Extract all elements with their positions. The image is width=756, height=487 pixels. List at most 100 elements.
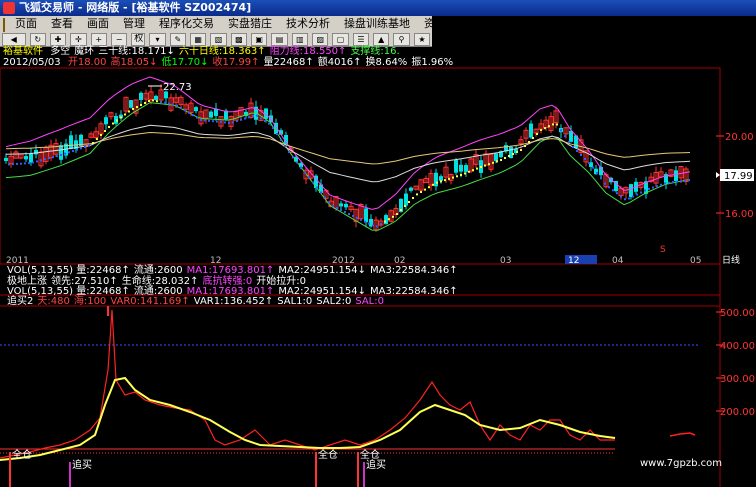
guide-dot: [640, 191, 642, 194]
guide-dot: [192, 114, 194, 117]
guide-dot: [92, 142, 94, 144]
guide-dot: [308, 176, 310, 179]
guide-dot: [64, 152, 66, 155]
guide-dot: [28, 162, 30, 165]
guide-dot: [544, 127, 546, 130]
guide-dot: [260, 117, 262, 120]
signal-label-1: 追买: [72, 458, 92, 471]
high-annotation: 22.73: [163, 82, 192, 93]
candle-body: [434, 172, 438, 187]
guide-dot: [216, 120, 218, 123]
guide-dot: [296, 161, 298, 164]
guide-dot: [412, 197, 414, 199]
vol1-value-2: MA1:17693.801↑: [186, 265, 275, 276]
candle-body: [29, 153, 33, 163]
guide-dot: [248, 116, 250, 119]
price-tag: 17.99: [724, 171, 753, 182]
candle-body: [129, 100, 133, 108]
guide-dot: [160, 101, 162, 103]
candle-body: [459, 164, 463, 172]
guide-dot: [200, 119, 202, 121]
guide-dot: [476, 167, 478, 170]
guide-dot: [156, 100, 158, 103]
guide-dot: [240, 118, 242, 121]
guide-dot: [496, 160, 498, 163]
candle-body: [464, 165, 468, 172]
guide-dot: [132, 108, 134, 110]
zm-value-1: 天:480: [37, 296, 70, 307]
signal-label-4: 追买: [366, 458, 386, 471]
guide-dot: [596, 172, 598, 174]
guide-dot: [352, 214, 354, 217]
var1-line: [0, 376, 616, 461]
guide-dot: [148, 100, 150, 102]
guide-dot: [492, 161, 494, 164]
guide-dot: [680, 180, 682, 183]
guide-dot: [448, 177, 450, 180]
guide-dot: [404, 205, 406, 207]
candle-body: [454, 160, 458, 173]
guide-dot: [396, 213, 398, 215]
candle-body: [24, 156, 28, 160]
chart-area[interactable]: 20.0016.0017.9922.732011 12 2012 02 03 04 0512…: [0, 0, 756, 487]
guide-dot: [188, 111, 190, 114]
zm-value-3: VAR0:141.169↑: [110, 296, 190, 307]
guide-dot: [576, 150, 578, 152]
guide-dot: [360, 218, 362, 221]
vol1-value-3: MA2:24951.154↓: [278, 265, 366, 276]
guide-dot: [388, 218, 390, 221]
guide-dot: [300, 166, 302, 169]
guide-dot: [144, 102, 146, 104]
guide-dot: [340, 209, 342, 211]
candle-body: [59, 145, 63, 160]
guide-dot: [516, 151, 518, 153]
guide-dot: [236, 120, 238, 123]
guide-dot: [664, 182, 666, 185]
guide-dot: [268, 122, 270, 125]
guide-dot: [520, 149, 522, 151]
candle-body: [4, 157, 8, 162]
guide-dot: [440, 180, 442, 183]
zhuimai-legend: 追买2 天:480 海:100 VAR0:141.169↑ VAR1:136.452↑ S…: [3, 296, 384, 307]
guide-dot: [212, 120, 214, 123]
guide-dot: [672, 181, 674, 184]
signal-label-2: 全仓: [318, 448, 338, 461]
guide-dot: [232, 121, 234, 124]
lower-axis-label-1: 400.00: [720, 341, 755, 352]
guide-dot: [416, 193, 418, 196]
guide-dot: [408, 201, 410, 203]
guide-dot: [196, 116, 198, 119]
candle-body: [629, 184, 633, 198]
guide-dot: [136, 106, 138, 108]
guide-dot: [68, 151, 70, 154]
guide-dot: [572, 146, 574, 148]
guide-dot: [120, 116, 122, 119]
guide-dot: [292, 156, 294, 159]
guide-dot: [580, 154, 582, 156]
guide-dot: [280, 139, 282, 141]
guide-dot: [96, 138, 98, 140]
guide-dot: [272, 127, 274, 129]
x-label-5: 04: [612, 256, 624, 266]
candle-body: [569, 130, 573, 142]
guide-dot: [548, 125, 550, 128]
guide-dot: [612, 189, 614, 192]
candle-body: [104, 117, 108, 125]
guide-dot: [88, 144, 90, 147]
guide-dot: [348, 213, 350, 215]
guide-dot: [428, 186, 430, 189]
guide-dot: [556, 123, 558, 126]
guide-dot: [392, 215, 394, 218]
guide-dot: [568, 141, 570, 144]
guide-dot: [332, 205, 334, 207]
var0-tail: [669, 432, 696, 437]
guide-dot: [32, 161, 34, 164]
guide-dot: [528, 141, 530, 143]
guide-dot: [116, 119, 118, 122]
guide-dot: [112, 122, 114, 125]
signal-marker: S: [660, 245, 666, 255]
vol1-value-4: MA3:22584.346↑: [369, 265, 458, 276]
guide-dot: [648, 187, 650, 190]
x-label-6: 05: [690, 256, 701, 266]
candle-body: [69, 135, 73, 149]
